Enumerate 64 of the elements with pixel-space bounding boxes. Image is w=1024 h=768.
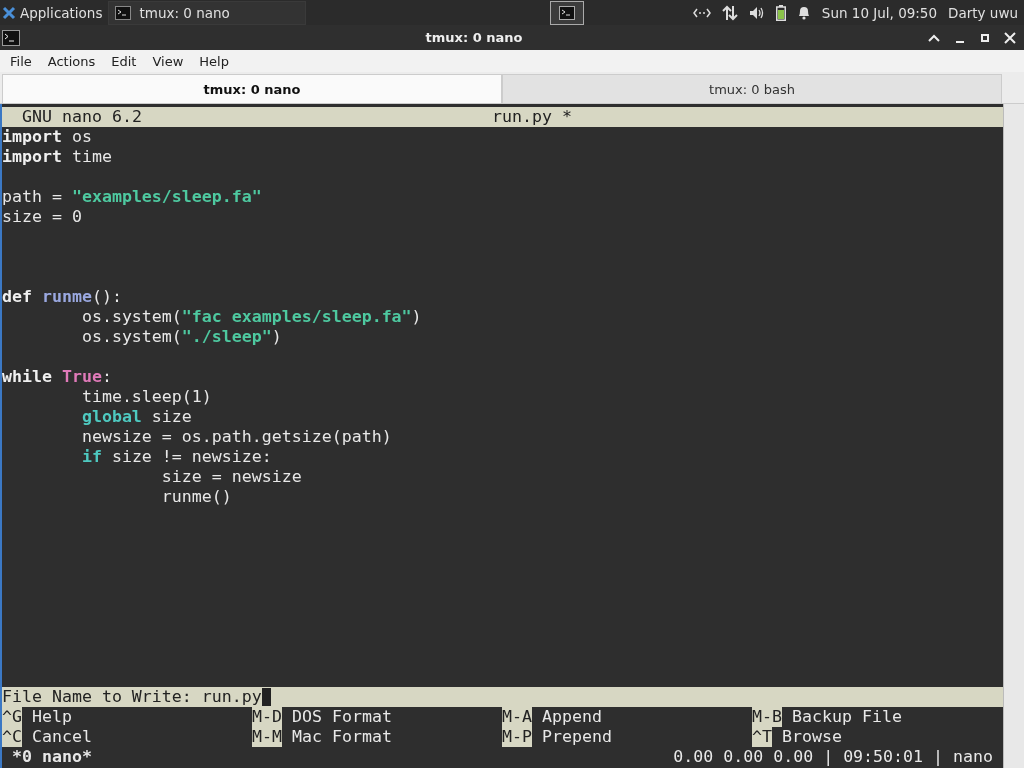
- file-name-prompt[interactable]: File Name to Write: run.py: [2, 687, 1003, 707]
- shortcut-key: M-D: [252, 707, 282, 727]
- shortcut-key: M-A: [502, 707, 532, 727]
- code-line: path = "examples/sleep.fa": [2, 187, 263, 207]
- code-line: import os: [2, 127, 93, 147]
- taskbar-button[interactable]: tmux: 0 nano: [108, 0, 307, 25]
- prompt-value[interactable]: run.py: [201, 687, 262, 707]
- shortcut-label: Cancel: [32, 727, 92, 747]
- menu-item[interactable]: View: [144, 53, 192, 69]
- shortcut-label: Prepend: [542, 727, 612, 747]
- code-line: if size != newsize:: [80, 447, 273, 467]
- menu-item[interactable]: Actions: [39, 53, 104, 69]
- shortcut-label: Browse: [782, 727, 842, 747]
- restore-icon[interactable]: [980, 32, 990, 43]
- volume-icon[interactable]: [748, 5, 765, 20]
- close-icon[interactable]: [1004, 31, 1016, 44]
- prompt-label: File Name to Write:: [2, 687, 192, 707]
- shortcut-key: M-B: [752, 707, 782, 727]
- tmux-status-info: 0.00 0.00 0.00 | 09:50:01 | nano: [673, 747, 993, 767]
- code-line: while True:: [2, 367, 113, 387]
- code-line: def runme():: [2, 287, 123, 307]
- tmux-window-name: *0 nano*: [12, 747, 92, 767]
- shortcut-key: M-P: [502, 727, 532, 747]
- x-logo-icon: [2, 5, 16, 20]
- code-line: size = newsize: [160, 467, 303, 487]
- editor-version: GNU nano 6.2: [21, 107, 143, 127]
- shortcut-label: Help: [32, 707, 72, 727]
- code-line: newsize = os.path.getsize(path): [80, 427, 393, 447]
- user-name[interactable]: Darty uwu: [948, 4, 1018, 21]
- tab[interactable]: tmux: 0 nano: [2, 74, 502, 103]
- shortcut-label: Backup File: [792, 707, 902, 727]
- window-title: tmux: 0 nano: [424, 30, 524, 45]
- shortcut-label: DOS Format: [292, 707, 392, 727]
- maximize-up-icon[interactable]: [928, 32, 940, 43]
- text-cursor: [261, 688, 271, 706]
- code-line: import time: [2, 147, 113, 167]
- network-icon[interactable]: [692, 7, 711, 18]
- workspace-button[interactable]: [550, 0, 584, 25]
- code-line: os.system("fac examples/sleep.fa"): [80, 307, 423, 327]
- shortcut-label: Append: [542, 707, 602, 727]
- code-line: global size: [80, 407, 193, 427]
- file-name: run.py *: [492, 107, 572, 127]
- code-line: size = 0: [2, 207, 83, 227]
- terminal-icon: [559, 5, 575, 20]
- terminal-icon: [115, 5, 132, 20]
- shortcut-key: M-M: [252, 727, 282, 747]
- battery-icon[interactable]: [775, 4, 786, 21]
- menu-item[interactable]: File: [2, 53, 40, 69]
- code-line: runme(): [160, 487, 233, 507]
- shortcut-key: ^G: [2, 707, 22, 727]
- tab[interactable]: tmux: 0 bash: [502, 74, 1002, 103]
- clock[interactable]: Sun 10 Jul, 09:50: [821, 4, 938, 21]
- applications-menu[interactable]: Applications: [0, 0, 109, 25]
- menu-item[interactable]: Help: [191, 53, 237, 69]
- scrollbar[interactable]: [1003, 104, 1024, 768]
- shortcut-key: ^T: [752, 727, 772, 747]
- menu-item[interactable]: Edit: [103, 53, 145, 69]
- terminal-icon: [2, 29, 20, 46]
- code-line: os.system("./sleep"): [80, 327, 283, 347]
- transfer-arrows-icon[interactable]: [721, 4, 738, 21]
- code-line: time.sleep(1): [80, 387, 213, 407]
- shortcut-key: ^C: [2, 727, 22, 747]
- shortcut-label: Mac Format: [292, 727, 392, 747]
- bell-icon[interactable]: [796, 5, 811, 20]
